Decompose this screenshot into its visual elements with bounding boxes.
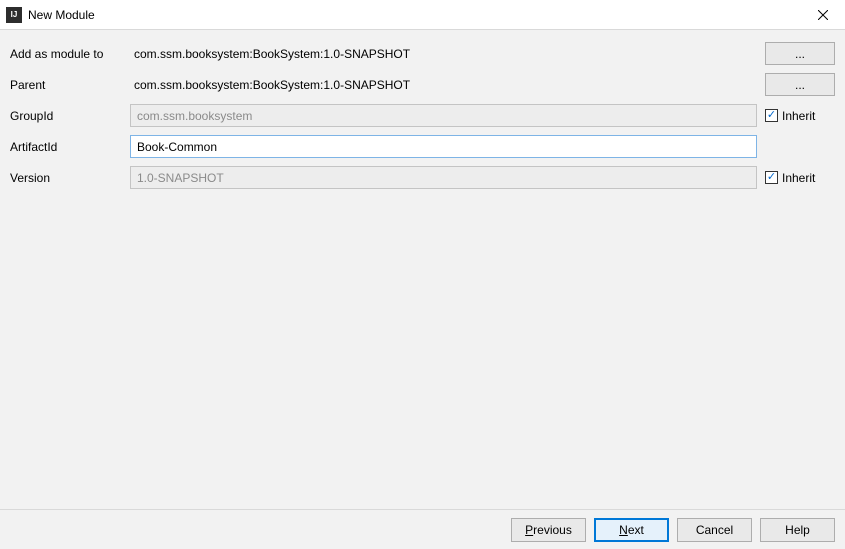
browse-add-as-module-to-button[interactable]: ... bbox=[765, 42, 835, 65]
titlebar: IJ New Module bbox=[0, 0, 845, 30]
value-add-as-module-to: com.ssm.booksystem:BookSystem:1.0-SNAPSH… bbox=[130, 47, 410, 61]
previous-button-rest: revious bbox=[533, 523, 572, 537]
label-add-as-module-to: Add as module to bbox=[10, 47, 130, 61]
label-parent: Parent bbox=[10, 78, 130, 92]
app-icon: IJ bbox=[6, 7, 22, 23]
window-title: New Module bbox=[28, 8, 800, 22]
label-version: Version bbox=[10, 171, 130, 185]
close-icon bbox=[818, 10, 828, 20]
next-button-rest: ext bbox=[628, 523, 644, 537]
version-inherit-checkbox[interactable] bbox=[765, 171, 778, 184]
row-add-as-module-to: Add as module to com.ssm.booksystem:Book… bbox=[10, 42, 835, 65]
cancel-button[interactable]: Cancel bbox=[677, 518, 752, 542]
form-content: Add as module to com.ssm.booksystem:Book… bbox=[0, 30, 845, 189]
group-id-field bbox=[130, 104, 757, 127]
row-artifact-id: ArtifactId Inherit bbox=[10, 135, 835, 158]
next-button[interactable]: Next bbox=[594, 518, 669, 542]
row-version: Version Inherit bbox=[10, 166, 835, 189]
version-inherit-label: Inherit bbox=[782, 171, 815, 185]
close-button[interactable] bbox=[800, 0, 845, 30]
previous-button[interactable]: Previous bbox=[511, 518, 586, 542]
browse-parent-button[interactable]: ... bbox=[765, 73, 835, 96]
value-parent: com.ssm.booksystem:BookSystem:1.0-SNAPSH… bbox=[130, 78, 410, 92]
label-artifact-id: ArtifactId bbox=[10, 140, 130, 154]
row-group-id: GroupId Inherit bbox=[10, 104, 835, 127]
group-id-inherit[interactable]: Inherit bbox=[765, 109, 835, 123]
row-parent: Parent com.ssm.booksystem:BookSystem:1.0… bbox=[10, 73, 835, 96]
label-group-id: GroupId bbox=[10, 109, 130, 123]
version-field bbox=[130, 166, 757, 189]
version-inherit[interactable]: Inherit bbox=[765, 171, 835, 185]
group-id-inherit-checkbox[interactable] bbox=[765, 109, 778, 122]
help-button[interactable]: Help bbox=[760, 518, 835, 542]
artifact-id-field[interactable] bbox=[130, 135, 757, 158]
group-id-inherit-label: Inherit bbox=[782, 109, 815, 123]
wizard-footer: Previous Next Cancel Help bbox=[0, 509, 845, 549]
